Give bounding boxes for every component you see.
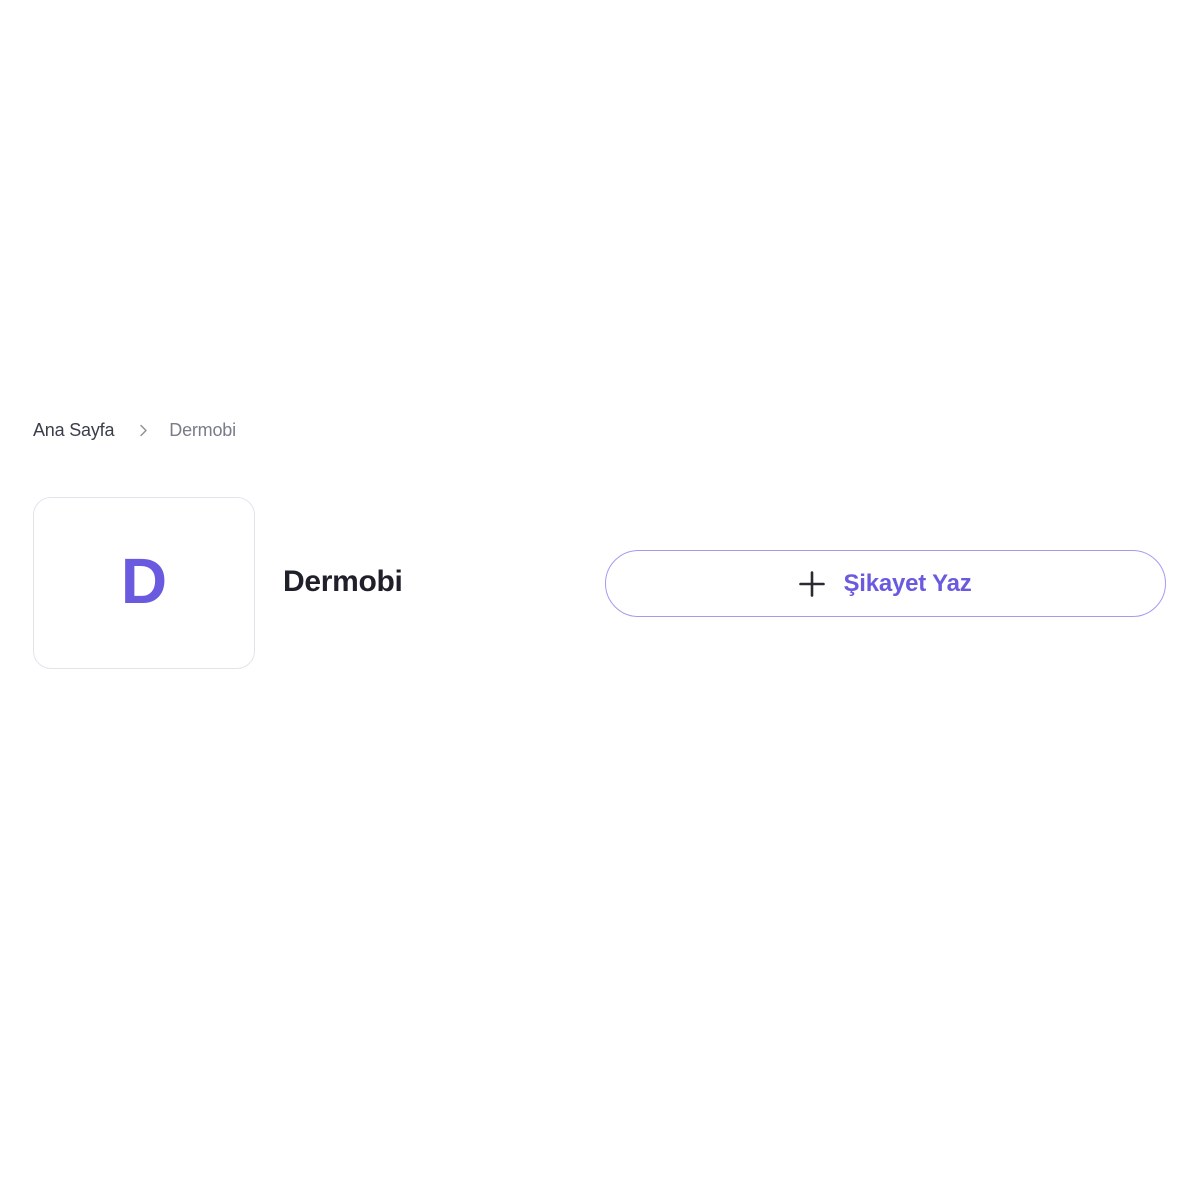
write-complaint-button[interactable]: Şikayet Yaz — [605, 550, 1166, 617]
chevron-right-icon — [136, 423, 150, 437]
company-page: Ana Sayfa Dermobi D Dermobi Şikayet Yaz — [0, 0, 1200, 1200]
company-logo-letter: D — [120, 545, 168, 617]
breadcrumb: Ana Sayfa Dermobi — [33, 418, 236, 442]
company-logo: D — [33, 497, 255, 669]
breadcrumb-home-link[interactable]: Ana Sayfa — [33, 420, 114, 441]
company-name: Dermobi — [283, 565, 403, 598]
write-complaint-label: Şikayet Yaz — [843, 569, 972, 597]
plus-icon — [799, 570, 826, 597]
breadcrumb-current: Dermobi — [169, 419, 236, 440]
